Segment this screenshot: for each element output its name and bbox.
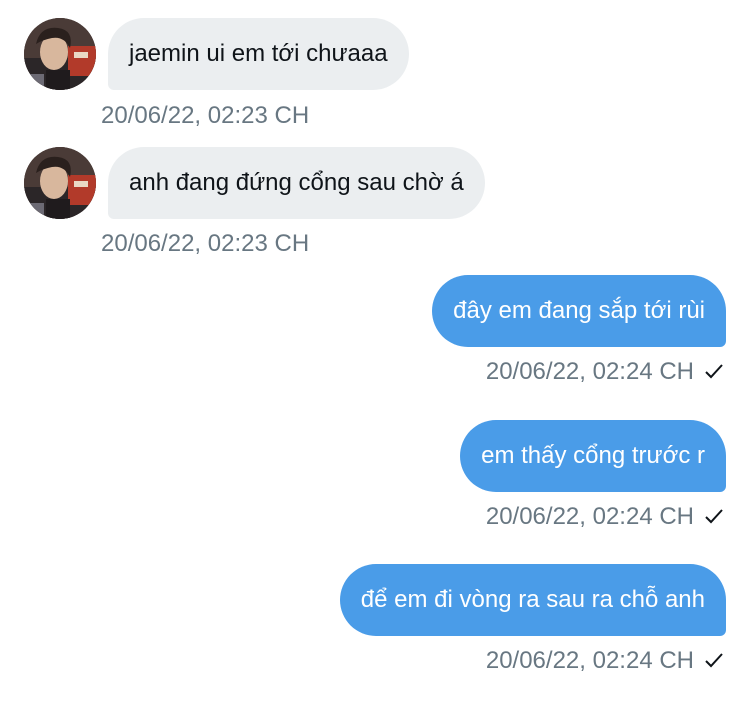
- message-meta: 20/06/22, 02:24 CH: [486, 502, 724, 532]
- avatar-photo: [24, 18, 96, 90]
- checkmark-icon: [704, 506, 724, 526]
- checkmark-icon: [704, 650, 724, 670]
- user-avatar[interactable]: [24, 18, 96, 90]
- message-meta: 20/06/22, 02:24 CH: [486, 646, 724, 676]
- checkmark-icon: [704, 361, 724, 381]
- message-timestamp: 20/06/22, 02:24 CH: [485, 358, 694, 385]
- conversation-thread: jaemin ui em tới chưaaa 20/06/22, 02:23 …: [0, 0, 750, 702]
- message-bubble[interactable]: anh đang đứng cổng sau chờ á: [108, 147, 485, 219]
- message-bubble[interactable]: đây em đang sắp tới rùi: [432, 275, 726, 347]
- message-bubble[interactable]: jaemin ui em tới chưaaa: [108, 18, 409, 90]
- message-bubble[interactable]: em thấy cổng trước r: [460, 420, 726, 492]
- message-bubble[interactable]: để em đi vòng ra sau ra chỗ anh: [339, 564, 726, 636]
- message-timestamp: 20/06/22, 02:24 CH: [485, 647, 694, 674]
- avatar-photo: [24, 147, 96, 219]
- message-timestamp: 20/06/22, 02:24 CH: [485, 503, 694, 530]
- user-avatar[interactable]: [24, 147, 96, 219]
- message-meta: 20/06/22, 02:24 CH: [486, 357, 724, 387]
- message-timestamp: 20/06/22, 02:23 CH: [101, 102, 310, 129]
- message-timestamp: 20/06/22, 02:23 CH: [101, 230, 310, 257]
